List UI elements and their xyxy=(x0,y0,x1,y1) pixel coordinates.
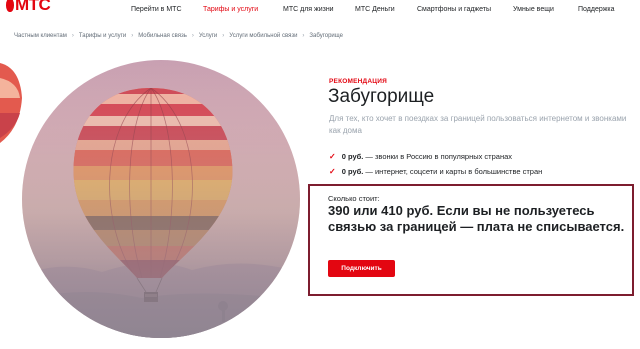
breadcrumb-item[interactable]: Тарифы и услуги xyxy=(79,33,126,39)
feature-price: 0 руб. xyxy=(341,167,364,176)
checkmark-icon: ✓ xyxy=(329,152,336,161)
breadcrumb-current: Забугорище xyxy=(309,33,343,39)
breadcrumb-separator: › xyxy=(302,33,305,39)
partial-balloon-illustration xyxy=(0,63,22,143)
feature-item: ✓ 0 руб. — интернет, соцсети и карты в б… xyxy=(329,167,542,176)
page-title: Забугорище xyxy=(328,86,435,107)
checkmark-icon: ✓ xyxy=(329,167,336,176)
nav-item-mts-money[interactable]: МТС Деньги xyxy=(355,6,395,13)
feature-price: 0 руб. xyxy=(341,152,364,161)
breadcrumb-separator: › xyxy=(191,33,194,39)
hero-image xyxy=(22,60,300,338)
breadcrumb-item[interactable]: Услуги мобильной связи xyxy=(229,33,297,39)
connect-button[interactable]: Подключить xyxy=(328,260,395,277)
nav-item-smart-things[interactable]: Умные вещи xyxy=(513,6,554,13)
recommendation-label: РЕКОМЕНДАЦИЯ xyxy=(329,78,387,85)
hot-air-balloon-illustration xyxy=(22,60,300,338)
cost-text: 390 или 410 руб. Если вы не пользуетесь … xyxy=(328,203,625,234)
offer-subtitle: Для тех, кто хочет в поездках за границе… xyxy=(329,114,627,135)
breadcrumb-separator: › xyxy=(131,33,134,39)
breadcrumb: Частным клиентам › Тарифы и услуги › Моб… xyxy=(14,33,343,39)
nav-item-tariffs[interactable]: Тарифы и услуги xyxy=(203,6,258,13)
breadcrumb-separator: › xyxy=(222,33,225,39)
nav-item-smartphones[interactable]: Смартфоны и гаджеты xyxy=(417,6,491,13)
breadcrumb-item[interactable]: Мобильная связь xyxy=(138,33,187,39)
nav-item-go-to-mts[interactable]: Перейти в МТС xyxy=(131,6,182,13)
breadcrumb-item[interactable]: Услуги xyxy=(199,33,217,39)
feature-item: ✓ 0 руб. — звонки в Россию в популярных … xyxy=(329,152,512,161)
top-navigation: МТС Перейти в МТС Тарифы и услуги МТС дл… xyxy=(0,0,640,24)
feature-text: 0 руб. — звонки в Россию в популярных ст… xyxy=(342,152,512,161)
cost-label: Сколько стоит: xyxy=(328,194,380,203)
mts-egg-icon xyxy=(6,0,14,12)
logo-text: МТС xyxy=(15,0,51,14)
feature-text: 0 руб. — интернет, соцсети и карты в бол… xyxy=(342,167,543,176)
feature-description: — интернет, соцсети и карты в большинств… xyxy=(363,167,543,176)
nav-item-mts-life[interactable]: МТС для жизни xyxy=(283,6,334,13)
mts-logo[interactable]: МТС xyxy=(6,0,51,14)
nav-item-support[interactable]: Поддержка xyxy=(578,6,615,13)
feature-description: — звонки в Россию в популярных странах xyxy=(363,152,513,161)
breadcrumb-item[interactable]: Частным клиентам xyxy=(14,33,67,39)
breadcrumb-separator: › xyxy=(71,33,74,39)
